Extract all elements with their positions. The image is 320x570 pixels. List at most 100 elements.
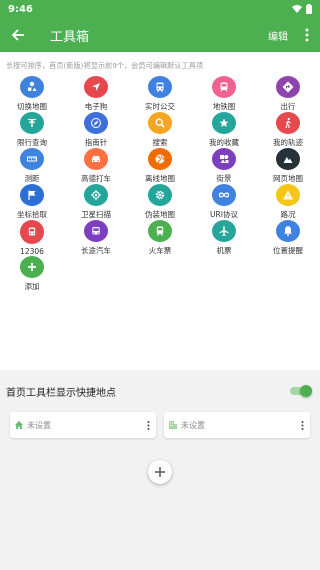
tool-label: 火车票 [148,246,172,255]
home-icon [15,421,23,429]
status-icons [292,4,312,14]
edit-button[interactable]: 编辑 [268,28,288,43]
tool-item[interactable]: 街景 [192,148,256,184]
tool-item[interactable]: 电子狗 [64,76,128,112]
tool-item[interactable]: 火车票 [128,220,192,256]
compass-icon [84,112,108,134]
tool-label: 我的收藏 [209,138,239,147]
tool-label: 卫星扫描 [81,210,111,219]
rail-ticket-icon [148,220,172,242]
star-icon [212,112,236,134]
street-view-icon [212,148,236,170]
tool-item[interactable]: 实时公交 [128,76,192,112]
tool-item[interactable]: 添加 [0,256,64,292]
quick-places-toggle[interactable] [288,385,312,397]
tool-item[interactable]: 出行 [256,76,320,112]
tool-item[interactable]: 12306 [0,220,64,256]
toolbox-card: 长按可排序，首页(新版)将显示前9个，会员可编辑默认工具项 切换地图 电子狗 实时公… [0,52,320,370]
tool-label: 电子狗 [84,102,108,111]
tool-item[interactable]: 地铁图 [192,76,256,112]
add-quick-place-button[interactable] [148,460,172,484]
tool-item[interactable]: 离线地图 [128,148,192,184]
tool-label: 离线地图 [145,174,175,183]
tool-label: 测距 [24,174,40,183]
tool-label: 限行查询 [17,138,47,147]
tool-label: 切换地图 [17,102,47,111]
more-vert-icon[interactable] [144,420,152,430]
arrow-back-icon [11,29,24,41]
tool-item[interactable]: 指南针 [64,112,128,148]
tool-item[interactable]: 路况 [256,184,320,220]
coach-icon [84,220,108,242]
directions-icon [276,76,300,98]
walk-icon [276,112,300,134]
plus-icon [20,256,44,278]
car-icon [84,148,108,170]
tool-label: 路况 [280,210,296,219]
tool-item[interactable]: URI协议 [192,184,256,220]
quick-place-slot-home[interactable]: 未设置 [10,412,156,438]
quick-place-slots: 未设置 未设置 [0,412,320,438]
tool-label: 地铁图 [212,102,236,111]
page-title: 工具箱 [50,29,90,45]
navigation-arrow-icon [84,76,108,98]
tool-label: 位置提醒 [273,246,303,255]
tool-item[interactable]: 我的收藏 [192,112,256,148]
tool-item[interactable]: 限行查询 [0,112,64,148]
battery-icon [306,4,312,14]
more-vert-icon[interactable] [298,420,306,430]
flag-icon [20,184,44,206]
tool-label: 机票 [216,246,232,255]
restriction-icon [20,112,44,134]
app-bar: 工具箱 编辑 [0,18,320,52]
tool-label: 添加 [24,282,40,291]
more-menu-button[interactable] [300,23,314,47]
search-icon [148,112,172,134]
tool-item[interactable]: 位置提醒 [256,220,320,256]
tool-label: 指南针 [84,138,108,147]
status-time: 9:46 [8,3,33,15]
bell-icon [276,220,300,242]
tool-item[interactable]: 测距 [0,148,64,184]
quick-place-label: 未设置 [27,420,51,430]
tool-item[interactable]: 长途汽车 [64,220,128,256]
tool-item[interactable]: 卫星扫描 [64,184,128,220]
shapes-icon [20,76,44,98]
tool-item[interactable]: 机票 [192,220,256,256]
status-bar: 9:46 [0,0,320,18]
office-building-icon [169,421,177,429]
tool-label: 出行 [280,102,296,111]
tool-label: 高德打车 [81,174,111,183]
warning-icon [276,184,300,206]
gps-fixed-icon [84,184,108,206]
tool-label: 搜索 [152,138,168,147]
tool-label: 我的轨迹 [273,138,303,147]
tool-label: 长途汽车 [81,246,111,255]
plus-icon [155,467,165,477]
infinity-icon [212,184,236,206]
tool-label: 网页地图 [273,174,303,183]
gear-icon [148,184,172,206]
back-button[interactable] [6,23,30,47]
tool-item[interactable]: 网页地图 [256,148,320,184]
quick-place-label: 未设置 [181,420,205,430]
tool-grid: 切换地图 电子狗 实时公交 地铁图 出行限行查询 指南针 搜索 我的收藏 我的轨迹测距 高德打车 离… [0,76,320,292]
sort-hint: 长按可排序，首页(新版)将显示前9个，会员可编辑默认工具项 [6,61,204,70]
globe-icon [148,148,172,170]
tool-item[interactable]: 高德打车 [64,148,128,184]
quick-place-slot-office[interactable]: 未设置 [164,412,310,438]
tool-item[interactable]: 伪装地图 [128,184,192,220]
ruler-icon [20,148,44,170]
subway-icon [212,76,236,98]
wifi-icon [292,5,302,13]
quick-places-setting: 首页工具栏显示快捷地点 [0,370,320,412]
tool-item[interactable]: 切换地图 [0,76,64,112]
tool-item[interactable]: 我的轨迹 [256,112,320,148]
tool-label: 实时公交 [145,102,175,111]
tool-label: 街景 [216,174,232,183]
tool-label: 坐标拾取 [17,210,47,219]
tool-item[interactable]: 坐标拾取 [0,184,64,220]
train-icon [20,220,44,244]
tool-item[interactable]: 搜索 [128,112,192,148]
more-vert-icon [305,28,309,42]
